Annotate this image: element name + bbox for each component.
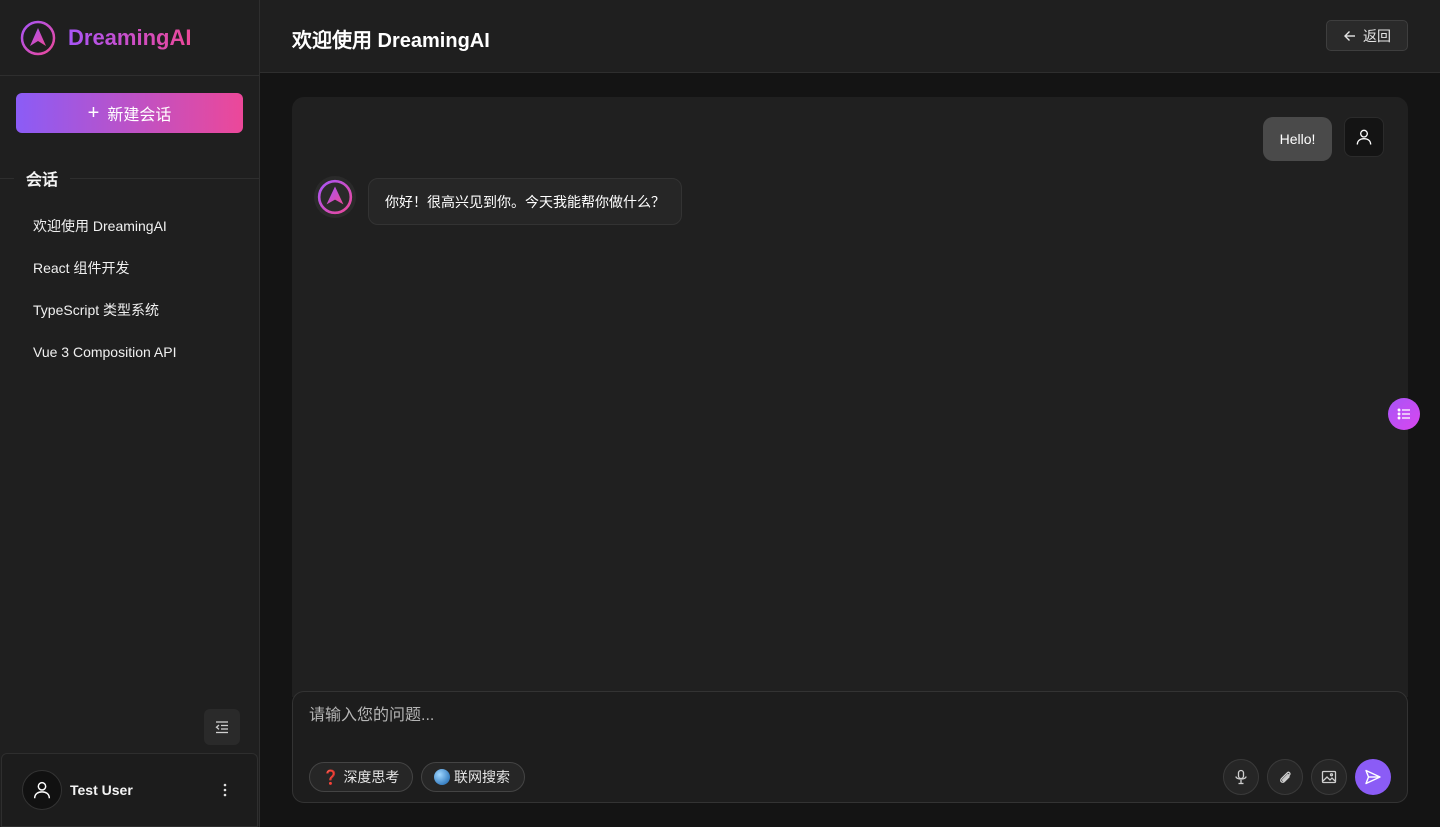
divider [0, 177, 14, 179]
collapse-sidebar-button[interactable] [204, 709, 240, 745]
logo-icon [317, 179, 353, 215]
user-card[interactable]: Test User [1, 753, 258, 827]
paperclip-icon [1280, 771, 1291, 783]
divider [70, 177, 259, 179]
question-mark-icon: ❓ [322, 768, 340, 785]
upload-image-button[interactable] [1311, 759, 1347, 795]
page-title: 欢迎使用 DreamingAI [292, 30, 490, 52]
attach-file-button[interactable] [1267, 759, 1303, 795]
deep-think-toggle[interactable]: ❓ 深度思考 [309, 762, 413, 792]
user-icon [1356, 129, 1372, 145]
user-message-avatar [1344, 117, 1384, 157]
composer: ❓ 深度思考 联网搜索 [292, 691, 1408, 803]
conversation-item[interactable]: 欢迎使用 DreamingAI [16, 205, 244, 247]
conversations-section-title: 会话 [0, 166, 259, 190]
microphone-icon [1235, 769, 1247, 785]
chip-label: 联网搜索 [454, 769, 510, 785]
app-root: DreamingAI + 新建会话 会话 欢迎使用 DreamingAI Rea… [0, 0, 1440, 827]
conversation-item[interactable]: Vue 3 Composition API [16, 331, 244, 373]
conversation-list: 欢迎使用 DreamingAI React 组件开发 TypeScript 类型… [16, 205, 244, 373]
brand: DreamingAI [0, 0, 259, 76]
assistant-avatar [314, 176, 356, 218]
user-name: Test User [70, 782, 133, 798]
arrow-left-icon [1344, 30, 1355, 41]
chat-area: Hello! 你好！很高兴见到你。今天我能帮你做什么？ [292, 97, 1408, 697]
new-chat-label: 新建会话 [107, 107, 172, 124]
chip-label: 深度思考 [343, 769, 400, 785]
conversation-item[interactable]: React 组件开发 [16, 247, 244, 289]
user-icon [33, 781, 51, 799]
header: 欢迎使用 DreamingAI 返回 [260, 0, 1440, 73]
more-vertical-icon[interactable] [217, 778, 233, 802]
globe-icon [434, 769, 450, 785]
web-search-toggle[interactable]: 联网搜索 [421, 762, 525, 792]
back-button[interactable]: 返回 [1326, 20, 1408, 51]
microphone-button[interactable] [1223, 759, 1259, 795]
image-icon [1321, 770, 1337, 784]
brand-name: DreamingAI [68, 24, 192, 50]
send-button[interactable] [1355, 759, 1391, 795]
avatar [22, 770, 62, 810]
assistant-message: 你好！很高兴见到你。今天我能帮你做什么？ [368, 178, 682, 225]
indent-icon [215, 721, 228, 734]
conversation-item[interactable]: TypeScript 类型系统 [16, 289, 244, 331]
new-chat-button[interactable]: + 新建会话 [16, 93, 243, 133]
logo-icon [20, 20, 56, 55]
send-icon [1365, 769, 1381, 785]
back-label: 返回 [1363, 27, 1391, 44]
plus-icon: + [87, 102, 100, 124]
list-icon [1397, 408, 1410, 420]
outline-toggle-button[interactable] [1388, 398, 1420, 430]
section-label: 会话 [26, 172, 59, 189]
prompt-input[interactable] [309, 702, 1369, 730]
user-message: Hello! [1263, 117, 1332, 161]
sidebar: DreamingAI + 新建会话 会话 欢迎使用 DreamingAI Rea… [0, 0, 260, 827]
